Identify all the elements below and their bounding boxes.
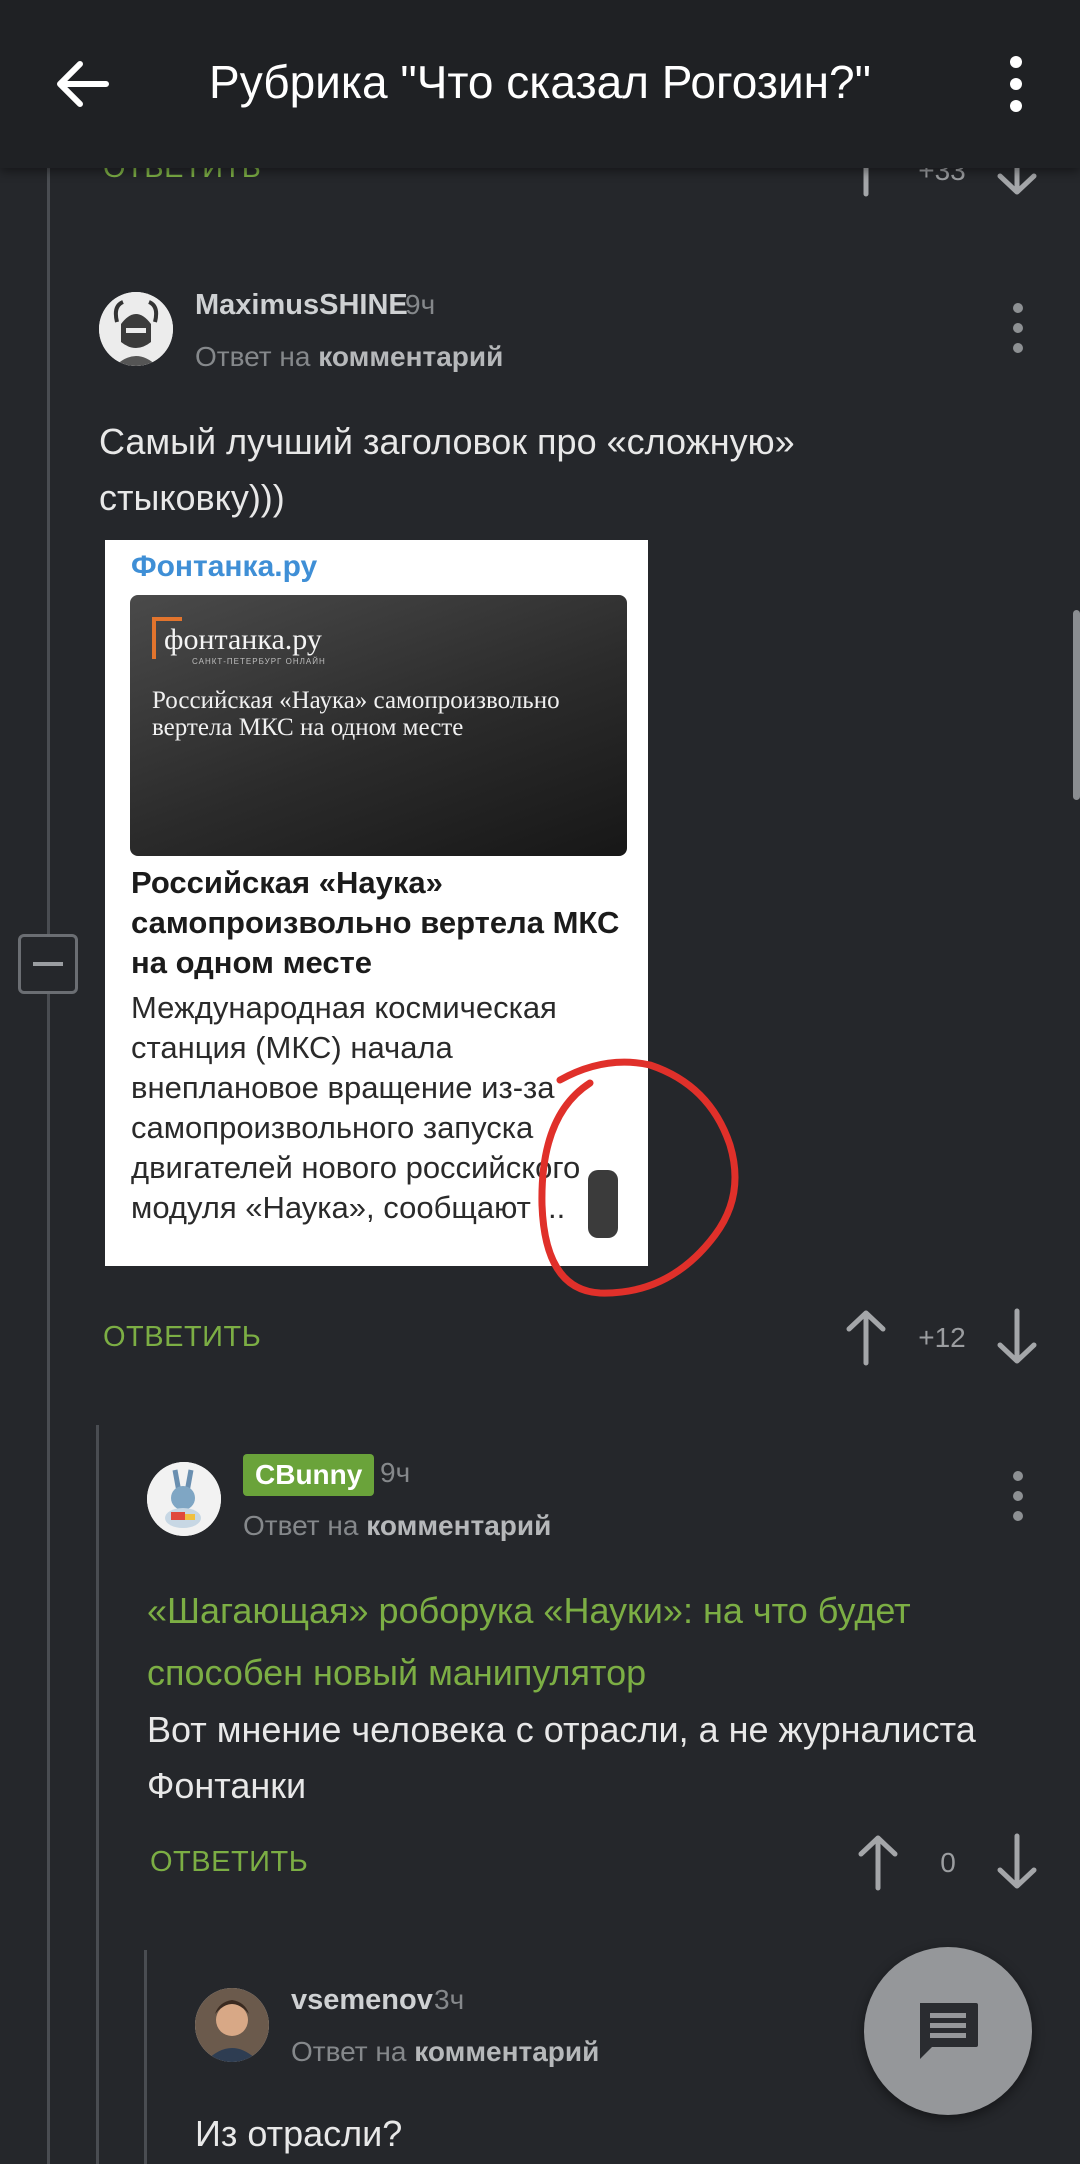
comment-text-line: Фонтанки	[147, 1765, 307, 1806]
reply-to-link[interactable]: комментарий	[414, 2036, 599, 2067]
embed-summary: Международная космическая станция (МКС) …	[131, 990, 581, 1225]
comment-text-line: Вот мнение человека с отрасли, а не журн…	[147, 1709, 976, 1750]
rabbit-avatar-icon	[147, 1462, 221, 1536]
embed-source: Фонтанка.ру	[131, 550, 318, 583]
comment-time: 9ч	[405, 289, 436, 320]
vote-score: 0	[940, 1847, 956, 1878]
page-title: Рубрика "Что сказал Рогозин?"	[209, 56, 871, 108]
embedded-screenshot[interactable]: Фонтанка.ру фонтанка.ру САНКТ-ПЕТЕРБУРГ …	[105, 540, 648, 1266]
reply-to-link[interactable]: комментарий	[318, 341, 503, 372]
banner-logo-sub: САНКТ-ПЕТЕРБУРГ ОНЛАЙН	[192, 657, 326, 666]
reply-to-link[interactable]: комментарий	[366, 1510, 551, 1541]
reply-to-line: Ответ на комментарий	[291, 2036, 599, 2068]
comment-time: 3ч	[434, 1984, 465, 2015]
arrow-down-icon[interactable]	[994, 1307, 1040, 1367]
arrow-up-icon[interactable]	[843, 1307, 889, 1367]
banner-text: Российская «Наука» самопроизвольно верте…	[152, 687, 560, 741]
reply-to-prefix: Ответ на	[243, 1510, 359, 1541]
banner-logo: фонтанка.ру	[164, 623, 322, 656]
thread-line	[144, 1950, 147, 2164]
comment-username[interactable]: vsemenov	[291, 1984, 433, 2017]
article-link[interactable]: способен новый манипулятор	[147, 1642, 646, 1704]
reply-button[interactable]: ОТВЕТИТЬ	[103, 1321, 261, 1354]
scrollbar[interactable]	[1073, 610, 1080, 800]
logo-mark	[152, 617, 182, 621]
reply-button[interactable]: ОТВЕТИТЬ	[150, 1846, 308, 1879]
comment-icon	[920, 2003, 978, 2059]
comment-time: 9ч	[380, 1457, 411, 1488]
embed-banner: фонтанка.ру САНКТ-ПЕТЕРБУРГ ОНЛАЙН Росси…	[130, 595, 627, 856]
article-link[interactable]: «Шагающая» роборука «Науки»: на что буде…	[147, 1580, 911, 1642]
username-badge[interactable]: CBunny	[243, 1454, 375, 1496]
arrow-up-icon[interactable]	[855, 1832, 901, 1892]
avatar[interactable]	[195, 1988, 269, 2062]
comment-menu-icon[interactable]	[1003, 1468, 1033, 1524]
arrow-down-icon[interactable]	[994, 1832, 1040, 1892]
vote-score: +12	[918, 1322, 966, 1353]
reply-to-prefix: Ответ на	[195, 341, 311, 372]
comment-text-line: Самый лучший заголовок про «сложную»	[99, 421, 795, 462]
collapse-thread-button[interactable]	[18, 934, 78, 994]
comment-menu-icon[interactable]	[1003, 300, 1033, 356]
arrow-left-icon[interactable]	[50, 52, 114, 116]
reply-to-line: Ответ на комментарий	[195, 341, 503, 373]
helmet-avatar-icon	[99, 292, 173, 366]
comment-username[interactable]: MaximusSHINE	[195, 289, 408, 322]
reply-to-line: Ответ на комментарий	[243, 1510, 551, 1542]
embed-scroll-pill	[588, 1170, 618, 1238]
more-vertical-icon[interactable]	[992, 54, 1040, 114]
avatar[interactable]	[147, 1462, 221, 1536]
thread-line	[47, 160, 50, 2164]
write-comment-button[interactable]	[864, 1947, 1032, 2115]
logo-mark	[152, 617, 156, 659]
avatar[interactable]	[99, 292, 173, 366]
reply-to-prefix: Ответ на	[291, 2036, 407, 2067]
person-avatar-icon	[195, 1988, 269, 2062]
comment-text-line: стыковку)))	[99, 477, 285, 518]
thread-line	[96, 1425, 99, 2164]
comment-text-line: Из отрасли?	[195, 2113, 403, 2154]
app-bar: Рубрика "Что сказал Рогозин?"	[0, 0, 1080, 168]
embed-headline: Российская «Наука» самопроизвольно верте…	[131, 865, 620, 980]
